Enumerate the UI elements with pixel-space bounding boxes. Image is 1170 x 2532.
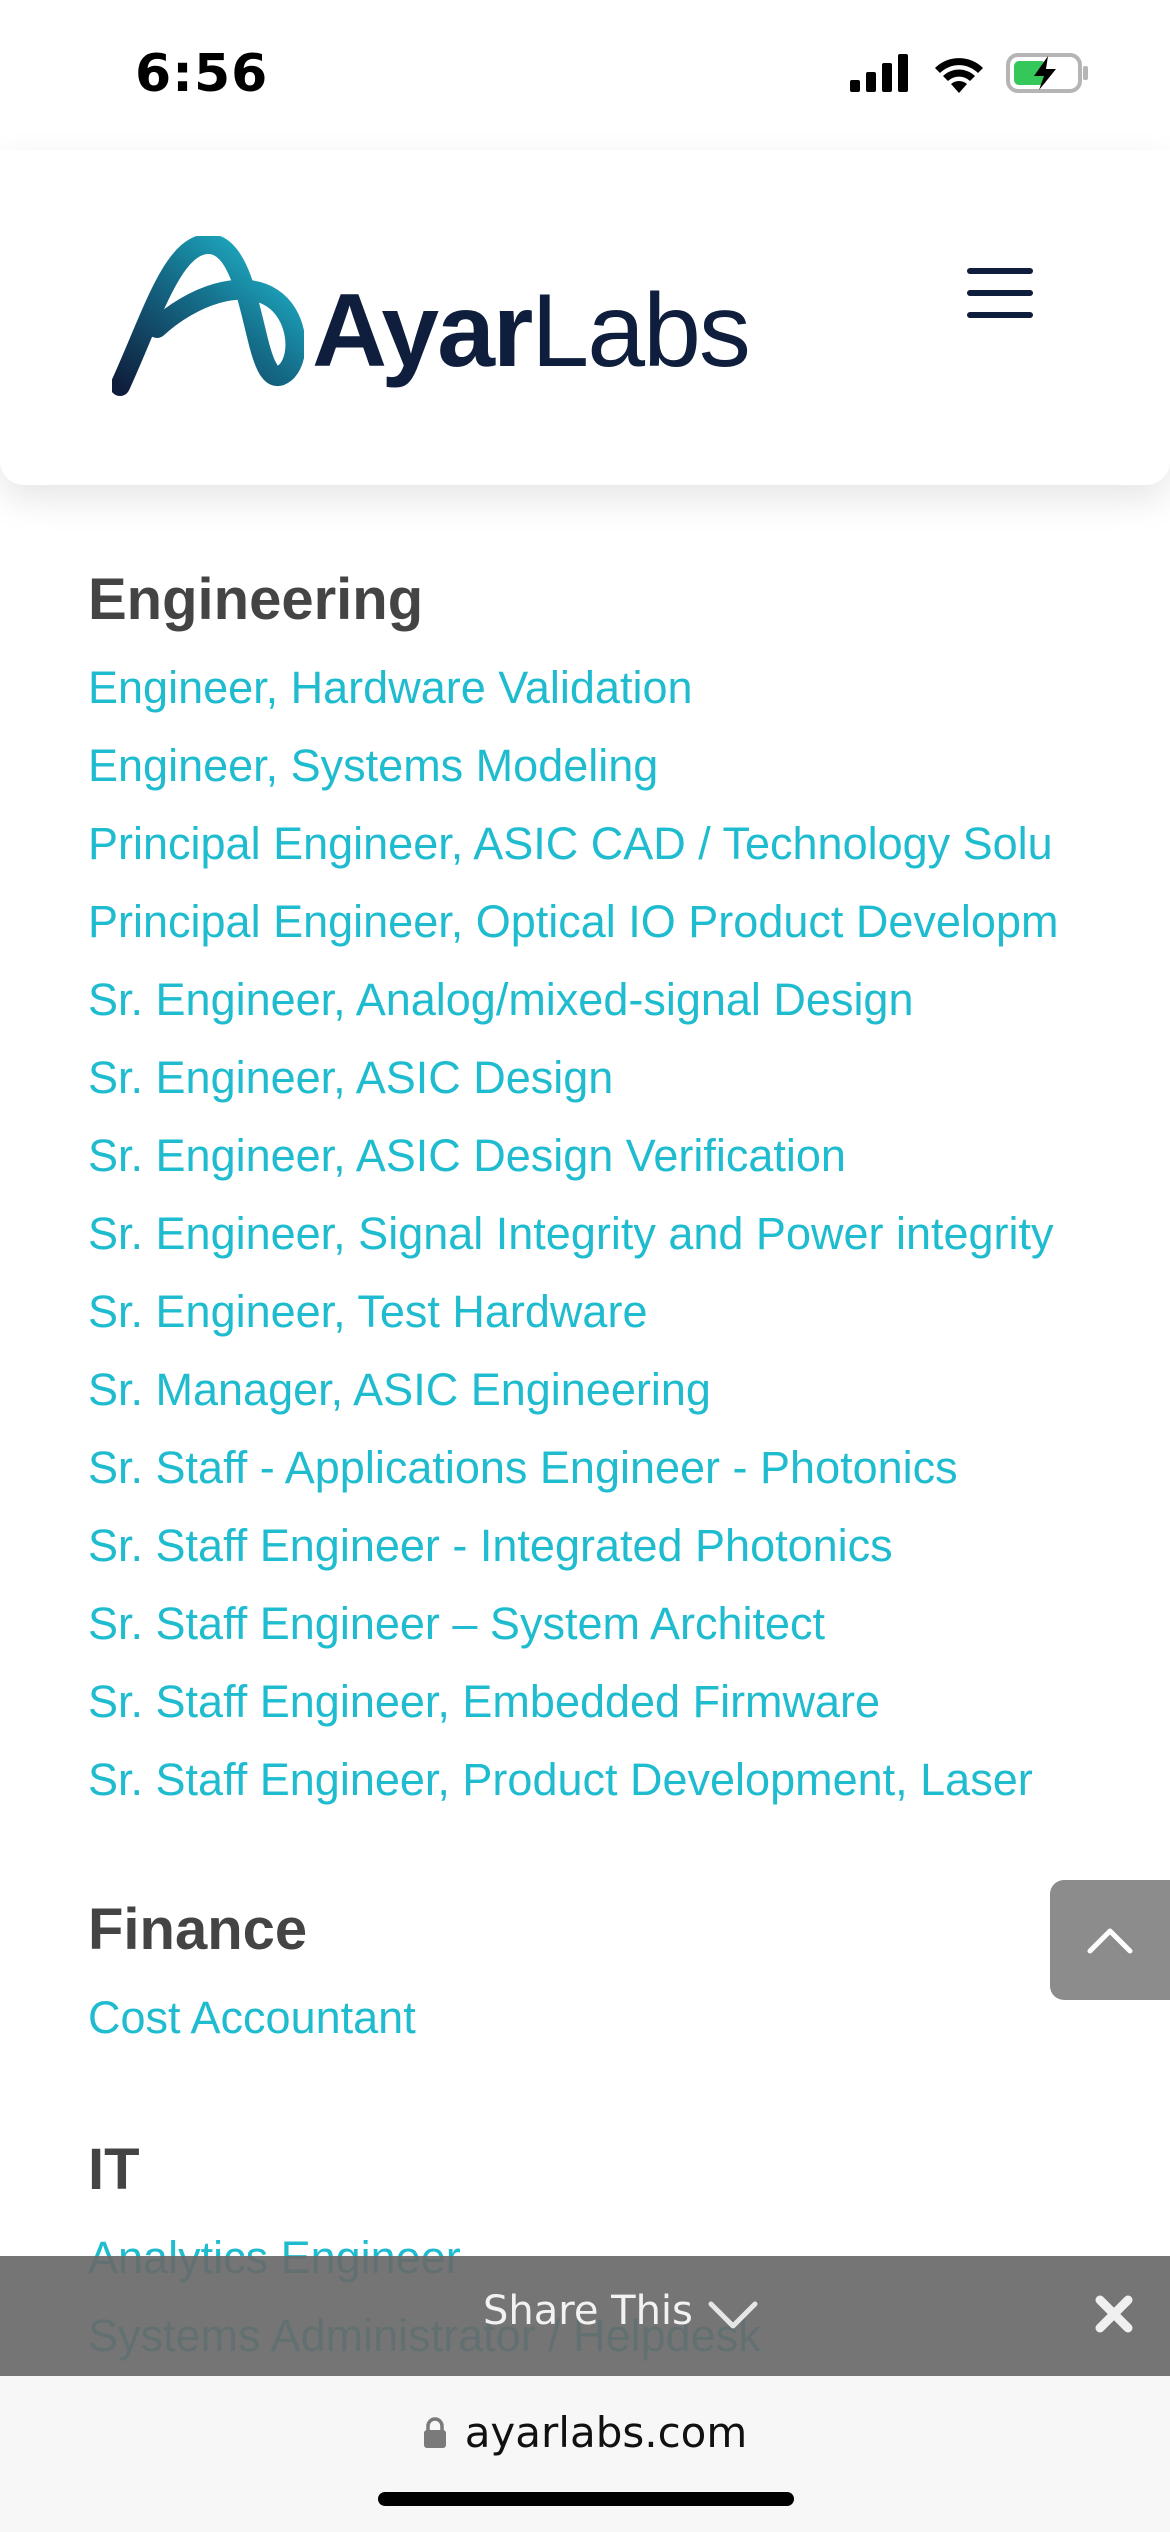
job-link[interactable]: Sr. Staff Engineer – System Architect (88, 1585, 1108, 1663)
finance-job-list: Cost Accountant (88, 1979, 1108, 2057)
close-icon[interactable] (1092, 2292, 1136, 2336)
job-link[interactable]: Sr. Engineer, ASIC Design (88, 1039, 1108, 1117)
job-link[interactable]: Sr. Staff - Applications Engineer - Phot… (88, 1429, 1108, 1507)
list-item: Sr. Engineer, ASIC Design (88, 1039, 1108, 1117)
hamburger-menu-icon[interactable] (962, 268, 1038, 330)
job-link[interactable]: Cost Accountant (88, 1979, 1108, 2057)
list-item: Sr. Staff - Applications Engineer - Phot… (88, 1429, 1108, 1507)
share-label[interactable]: Share This (483, 2288, 693, 2334)
list-item: Sr. Engineer, Signal Integrity and Power… (88, 1195, 1108, 1273)
cellular-signal-icon (850, 54, 908, 92)
section-title-engineering: Engineering (88, 567, 424, 632)
screen: 6:56 AyarLabs Engineering Engineer, Hard… (0, 0, 1170, 2532)
list-item: Sr. Staff Engineer, Embedded Firmware (88, 1663, 1108, 1741)
job-link[interactable]: Sr. Manager, ASIC Engineering (88, 1351, 1108, 1429)
share-bar[interactable]: Share This (0, 2256, 1170, 2376)
list-item: Sr. Engineer, ASIC Design Verification (88, 1117, 1108, 1195)
section-finance: Finance Cost Accountant (88, 1895, 416, 2043)
list-item: Sr. Staff Engineer, Product Development,… (88, 1741, 1108, 1819)
job-link[interactable]: Sr. Staff Engineer, Product Development,… (88, 1741, 1108, 1819)
logo-text-ayar: Ayar (312, 273, 533, 389)
battery-charging-icon (1006, 53, 1088, 93)
url-text[interactable]: ayarlabs.com (465, 2408, 748, 2457)
list-item: Principal Engineer, Optical IO Product D… (88, 883, 1108, 961)
status-bar: 6:56 (0, 0, 1170, 150)
status-time: 6:56 (135, 44, 269, 104)
engineering-job-list: Engineer, Hardware Validation Engineer, S… (88, 649, 1108, 1819)
job-link[interactable]: Sr. Engineer, Signal Integrity and Power… (88, 1195, 1108, 1273)
job-link[interactable]: Engineer, Systems Modeling (88, 727, 1108, 805)
job-link[interactable]: Principal Engineer, Optical IO Product D… (88, 883, 1108, 961)
section-title-it: IT (88, 2137, 140, 2202)
logo-text-labs: Labs (531, 273, 751, 389)
job-listings: Engineering Engineer, Hardware Validatio… (88, 485, 1108, 2376)
job-link[interactable]: Sr. Engineer, ASIC Design Verification (88, 1117, 1108, 1195)
job-link[interactable]: Sr. Engineer, Analog/mixed-signal Design (88, 961, 1108, 1039)
job-link[interactable]: Sr. Staff Engineer - Integrated Photonic… (88, 1507, 1108, 1585)
job-link[interactable]: Sr. Engineer, Test Hardware (88, 1273, 1108, 1351)
list-item: Sr. Engineer, Analog/mixed-signal Design (88, 961, 1108, 1039)
lock-icon (423, 2416, 446, 2448)
back-to-top-button[interactable] (1050, 1880, 1170, 2000)
browser-url-bar[interactable]: ayarlabs.com (0, 2376, 1170, 2532)
status-icons (850, 52, 1090, 94)
job-link[interactable]: Sr. Staff Engineer, Embedded Firmware (88, 1663, 1108, 1741)
ayar-labs-logo[interactable]: AyarLabs (112, 236, 751, 396)
url-field[interactable]: ayarlabs.com (0, 2408, 1170, 2457)
list-item: Engineer, Hardware Validation (88, 649, 1108, 727)
list-item: Sr. Engineer, Test Hardware (88, 1273, 1108, 1351)
job-link[interactable]: Principal Engineer, ASIC CAD / Technolog… (88, 805, 1108, 883)
logo-mark-icon (112, 236, 304, 396)
list-item: Engineer, Systems Modeling (88, 727, 1108, 805)
job-link[interactable]: Engineer, Hardware Validation (88, 649, 1108, 727)
wifi-icon (935, 58, 983, 93)
site-header: AyarLabs (0, 150, 1170, 485)
list-item: Sr. Staff Engineer - Integrated Photonic… (88, 1507, 1108, 1585)
section-engineering: Engineering Engineer, Hardware Validatio… (88, 565, 1058, 1805)
section-title-finance: Finance (88, 1897, 308, 1962)
list-item: Sr. Staff Engineer – System Architect (88, 1585, 1108, 1663)
chevron-up-icon (1087, 1928, 1133, 1954)
home-indicator[interactable] (378, 2492, 794, 2506)
section-it: IT Analytics EngineerSystems Administrat… (88, 2135, 761, 2361)
logo-wordmark: AyarLabs (312, 279, 751, 383)
list-item: Sr. Manager, ASIC Engineering (88, 1351, 1108, 1429)
list-item: Principal Engineer, ASIC CAD / Technolog… (88, 805, 1108, 883)
list-item: Cost Accountant (88, 1979, 1108, 2057)
chevron-down-icon[interactable] (708, 2300, 758, 2330)
